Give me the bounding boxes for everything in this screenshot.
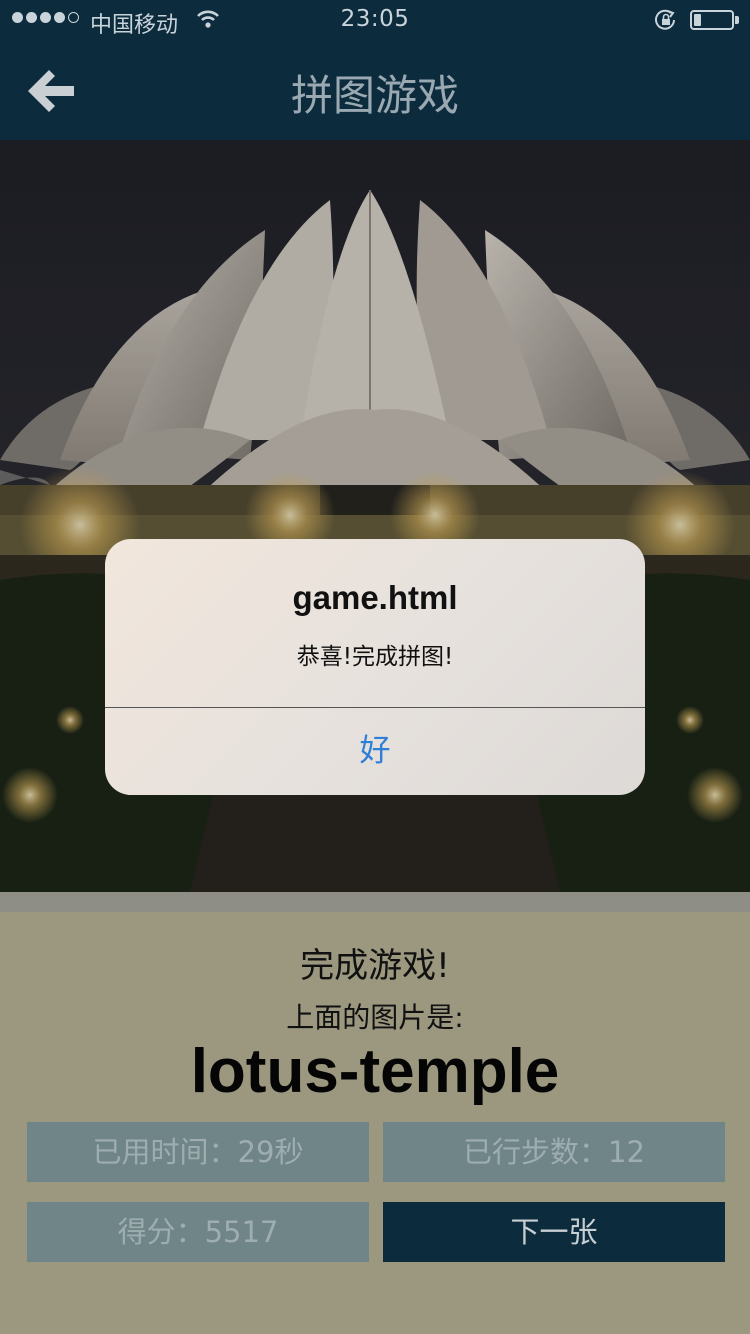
answer-caption: 上面的图片是: — [286, 1001, 464, 1034]
finish-message: 完成游戏! — [300, 946, 450, 986]
result-panel: 完成游戏! 上面的图片是: lotus-temple 已用时间：29秒 已行步数… — [0, 912, 750, 1334]
alert-message: 恭喜!完成拼图! — [296, 644, 454, 670]
clock: 23:05 — [340, 6, 410, 32]
alert-title: game.html — [292, 579, 458, 616]
battery-level — [694, 14, 701, 26]
elapsed-time-stat: 已用时间：29秒 — [27, 1122, 369, 1182]
page-title: 拼图游戏 — [290, 71, 459, 120]
steps-stat: 已行步数：12 — [383, 1122, 725, 1182]
alert-ok-button[interactable]: 好 — [105, 708, 645, 795]
navigation-bar: 拼图游戏 — [0, 40, 750, 140]
divider-strip — [0, 892, 750, 912]
status-bar: 中国移动 23:05 — [0, 0, 750, 40]
puzzle-game-screen: 中国移动 23:05 拼图游戏 完成游戏! 上面的图片是: lotus-temp… — [0, 0, 750, 1334]
next-image-button[interactable]: 下一张 — [383, 1202, 725, 1262]
alert-dialog: game.html 恭喜!完成拼图! 好 — [105, 539, 645, 795]
rotation-lock-icon — [654, 9, 678, 35]
answer-name: lotus-temple — [190, 1037, 560, 1106]
score-stat: 得分：5517 — [27, 1202, 369, 1262]
battery-icon — [690, 10, 734, 30]
